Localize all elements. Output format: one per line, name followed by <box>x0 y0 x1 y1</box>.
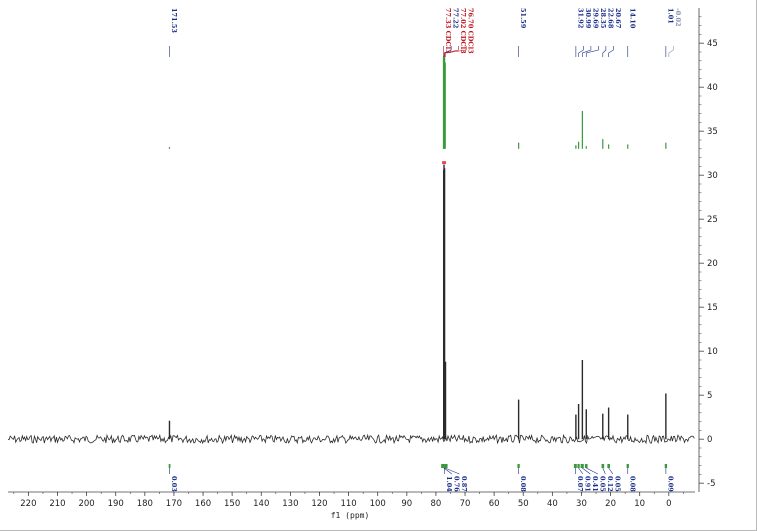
peak-label: 30.99 <box>584 8 592 29</box>
peak-label: 1.01 <box>666 8 674 24</box>
x-tick-label: 160 <box>195 499 211 509</box>
peak-label: 28.35 <box>599 8 607 29</box>
y-tick-label: 15 <box>707 303 718 313</box>
x-tick-label: 100 <box>370 499 386 509</box>
x-tick-label: 40 <box>547 499 558 509</box>
peak-label: 22.68 <box>606 8 614 29</box>
x-tick-label: 130 <box>282 499 298 509</box>
integral-value: 0.87 <box>460 476 468 492</box>
peak-label: 77.22 <box>452 8 460 28</box>
peak-label: 20.67 <box>614 8 622 28</box>
y-tick-label: -5 <box>707 479 715 489</box>
x-tick-label: 20 <box>605 499 616 509</box>
x-tick-label: 220 <box>20 499 36 509</box>
x-tick-label: 200 <box>78 499 94 509</box>
x-tick-label: 0 <box>666 499 671 509</box>
solvent-peak-marker <box>442 161 447 165</box>
peak-label: 76.70 CDCl3 <box>467 8 475 54</box>
peak-label: 51.59 <box>519 8 527 29</box>
y-tick-label: 45 <box>707 39 718 49</box>
peak-label-leader <box>585 46 599 57</box>
y-tick-label: 40 <box>707 83 718 93</box>
x-axis-title: f1 (ppm) <box>331 511 370 520</box>
x-tick-label: 120 <box>311 499 327 509</box>
y-tick-label: 10 <box>707 347 718 357</box>
integral-leader <box>586 467 598 475</box>
x-tick-label: 70 <box>460 499 471 509</box>
integral-leader <box>578 467 584 475</box>
peak-label: -0.02 <box>674 8 682 27</box>
y-tick-label: 20 <box>707 259 718 269</box>
integral-value: 0.05 <box>598 476 606 492</box>
peak-label: 171.53 <box>170 8 178 33</box>
y-tick-label: 30 <box>707 171 718 181</box>
x-tick-label: 80 <box>431 499 442 509</box>
peak-label-leader <box>602 46 607 57</box>
integral-value: 0.05 <box>613 476 621 492</box>
x-tick-label: 10 <box>634 499 645 509</box>
y-tick-label: 5 <box>707 391 712 401</box>
x-tick-label: 210 <box>49 499 65 509</box>
integral-value: 0.91 <box>583 476 591 492</box>
integral-leader <box>443 467 453 475</box>
integral-value: 0.12 <box>606 476 614 492</box>
x-tick-label: 150 <box>224 499 240 509</box>
y-tick-label: 35 <box>707 127 718 137</box>
x-tick-label: 90 <box>401 499 412 509</box>
peak-label: 14.10 <box>628 8 636 29</box>
peak-label: 31.92 <box>576 8 584 28</box>
peak-label-leader <box>668 46 674 57</box>
integral-leader <box>608 467 614 475</box>
spectrum-baseline <box>7 433 695 445</box>
integral-value: 1.04 <box>445 476 453 492</box>
x-tick-label: 170 <box>166 499 182 509</box>
y-tick-label: 0 <box>707 435 712 445</box>
x-tick-label: 50 <box>518 499 529 509</box>
peak-labels: 171.53 77.33 CDCl3 77.22 77.02 CDCl3 76.70 C… <box>169 8 682 57</box>
integral-value: 0.08 <box>519 476 527 492</box>
integral-value: 0.41 <box>591 476 599 492</box>
integral-value: 0.76 <box>452 476 460 492</box>
x-tick-label: 60 <box>489 499 500 509</box>
integral-value: 0.09 <box>666 476 674 492</box>
integral-value: 0.03 <box>170 476 178 492</box>
integral-value: 0.07 <box>576 476 584 492</box>
integral-leader <box>582 467 591 475</box>
y-axis: 45 40 35 30 25 20 15 10 5 0 -5 <box>698 8 718 492</box>
x-tick-label: 180 <box>137 499 153 509</box>
integral-leader <box>444 467 460 475</box>
x-axis: 220 210 200 190 180 170 160 150 140 130 120 110 100 9… <box>8 491 695 509</box>
x-tick-label: 190 <box>108 499 124 509</box>
x-tick-label: 30 <box>576 499 587 509</box>
integral-leader <box>602 467 606 475</box>
x-tick-label: 140 <box>253 499 269 509</box>
x-tick-label: 110 <box>340 499 356 509</box>
peak-label-leader <box>608 46 614 57</box>
y-tick-label: 25 <box>707 215 718 225</box>
peak-label: 29.69 <box>591 8 599 29</box>
plot-area <box>7 53 695 445</box>
nmr-spectrum-chart: 171.53 77.33 CDCl3 77.22 77.02 CDCl3 76.70 C… <box>7 8 718 520</box>
integral-value: 0.08 <box>628 476 636 492</box>
integral-region: 0.03 1.04 0.76 0.87 0.08 0.07 0.91 0.41 0.05 0.12… <box>168 464 674 492</box>
